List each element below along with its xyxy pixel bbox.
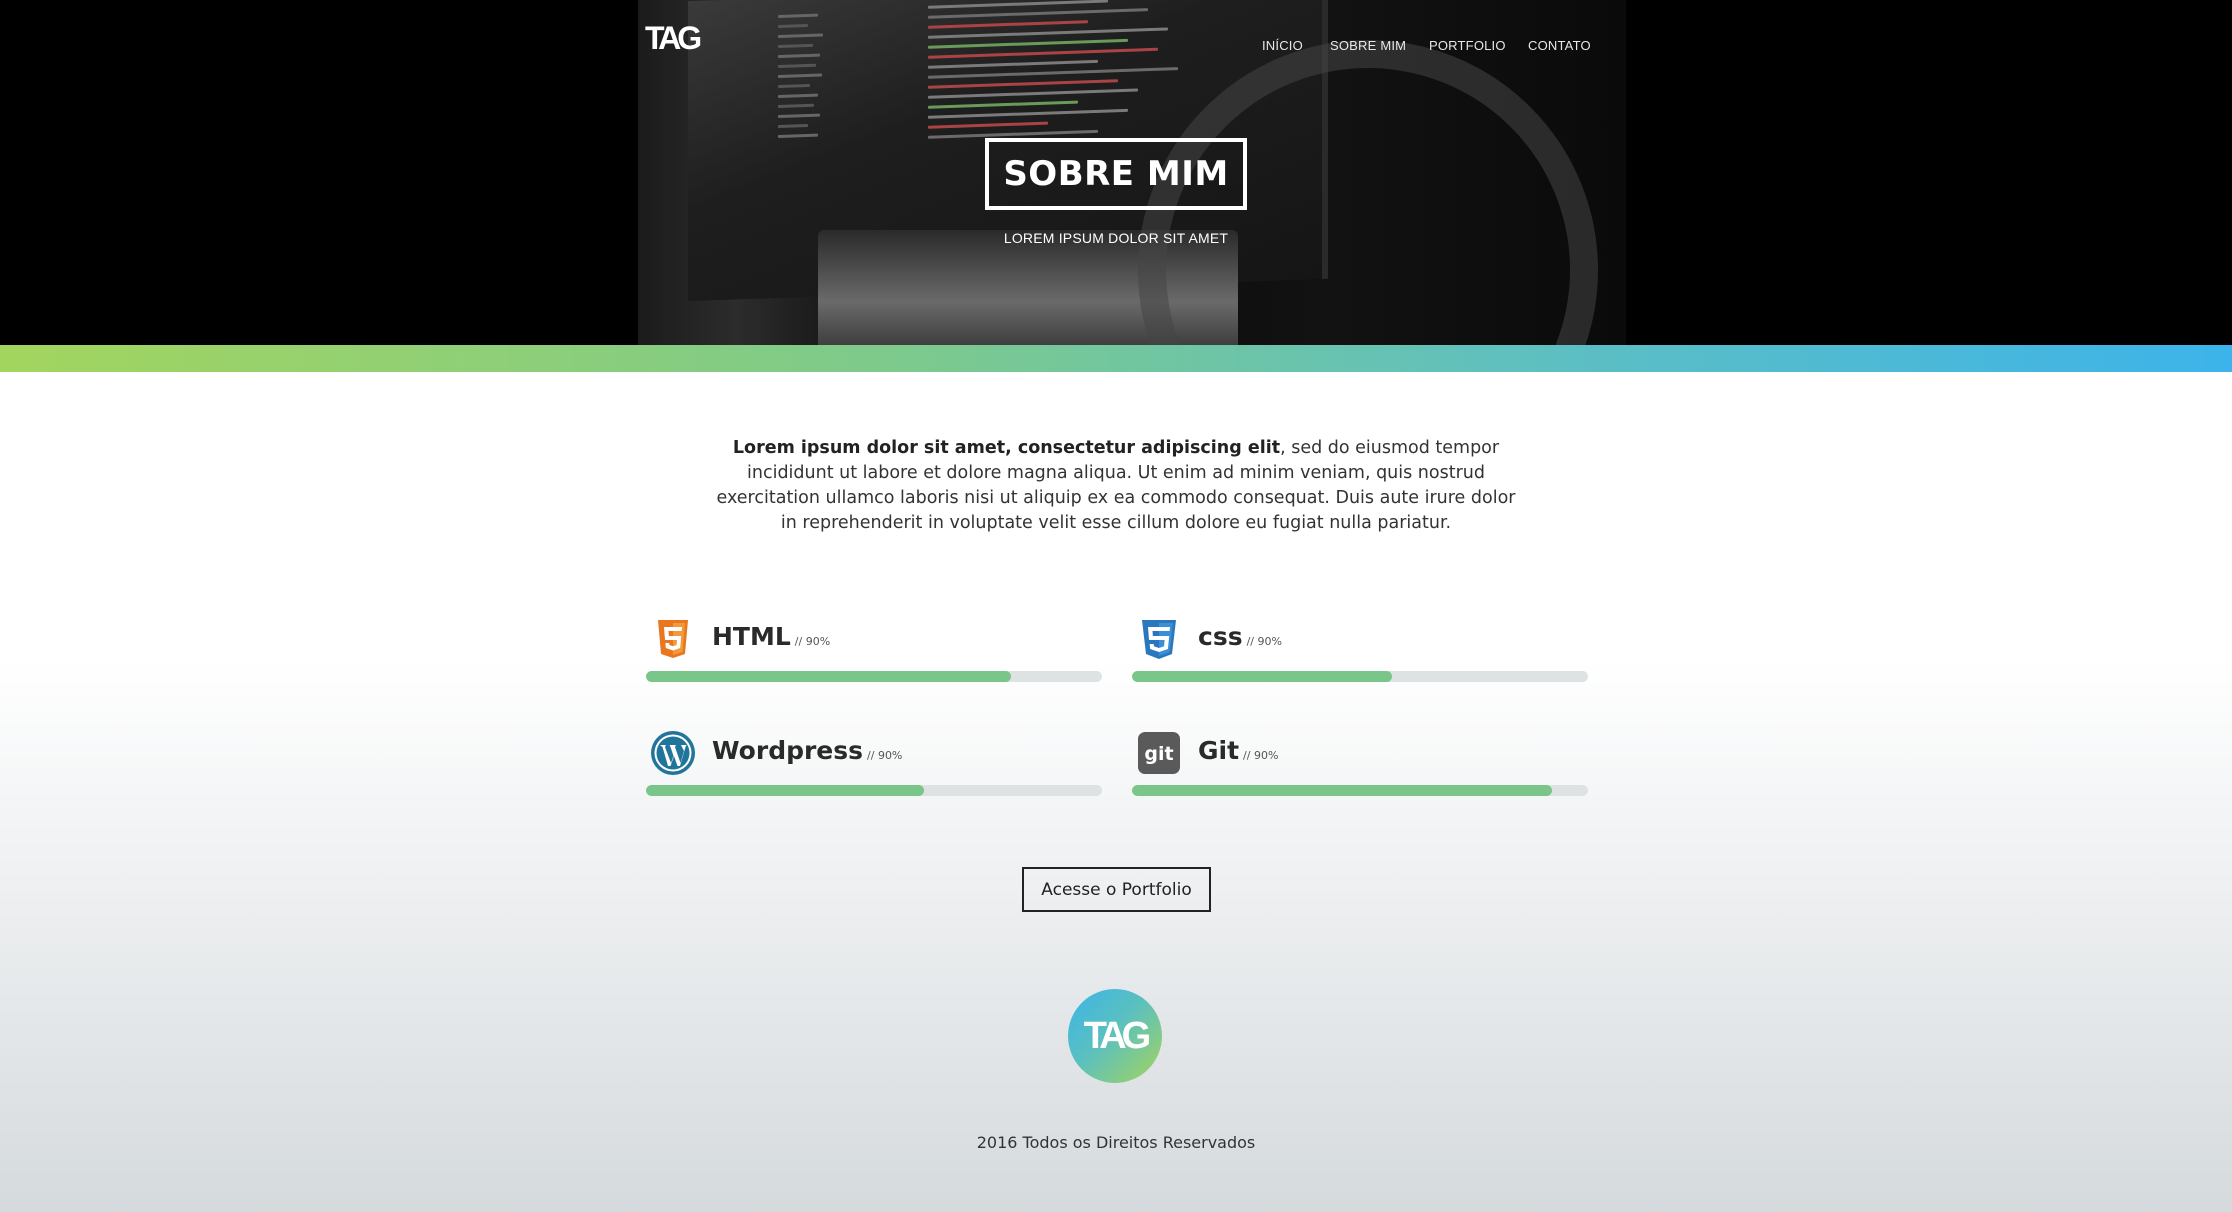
portfolio-button[interactable]: Acesse o Portfolio bbox=[1022, 867, 1211, 912]
wordpress-icon bbox=[650, 730, 696, 776]
skill-percent: // 90% bbox=[1243, 749, 1279, 762]
copyright-text: 2016 Todos os Direitos Reservados bbox=[976, 1133, 1256, 1152]
skill-git: git Git// 90% bbox=[1132, 730, 1588, 800]
skill-progress-track bbox=[1132, 785, 1588, 796]
nav-item-portfolio[interactable]: PORTFOLIO bbox=[1429, 38, 1506, 53]
code-sidebar-decoration bbox=[778, 6, 838, 145]
skill-percent: // 90% bbox=[794, 635, 831, 648]
svg-text:git: git bbox=[1144, 743, 1173, 765]
skill-progress-track bbox=[1132, 671, 1588, 682]
nav-item-inicio[interactable]: INÍCIO bbox=[1262, 38, 1303, 53]
skill-name: Wordpress// 90% bbox=[712, 736, 902, 765]
intro-paragraph: Lorem ipsum dolor sit amet, consectetur … bbox=[716, 436, 1516, 536]
skill-wordpress: Wordpress// 90% bbox=[646, 730, 1102, 800]
skill-label: HTML bbox=[712, 622, 791, 651]
skill-progress-fill bbox=[1132, 671, 1392, 682]
skill-percent: // 90% bbox=[1246, 635, 1282, 648]
hero-title-box: SOBRE MIM bbox=[985, 138, 1247, 210]
nav-item-sobre-mim[interactable]: SOBRE MIM bbox=[1330, 38, 1406, 53]
skill-label: css bbox=[1198, 622, 1243, 651]
skill-name: css// 90% bbox=[1198, 622, 1282, 651]
skill-progress-fill bbox=[1132, 785, 1552, 796]
skill-css: css// 90% bbox=[1132, 616, 1588, 686]
hero-banner: TAG INÍCIO SOBRE MIM PORTFOLIO CONTATO S… bbox=[0, 0, 2232, 345]
skill-name: HTML// 90% bbox=[712, 622, 830, 651]
skill-name: Git// 90% bbox=[1198, 736, 1278, 765]
gradient-divider bbox=[0, 345, 2232, 372]
git-icon: git bbox=[1136, 730, 1182, 776]
skill-label: Git bbox=[1198, 736, 1240, 765]
hero-subtitle: LOREM IPSUM DOLOR SIT AMET bbox=[1003, 230, 1229, 246]
code-lines-decoration bbox=[928, 0, 1228, 146]
main-nav: INÍCIO SOBRE MIM PORTFOLIO CONTATO bbox=[0, 38, 2232, 58]
skill-progress-fill bbox=[646, 671, 1011, 682]
html5-icon bbox=[650, 616, 696, 662]
page-title: SOBRE MIM bbox=[1003, 154, 1229, 194]
skill-percent: // 90% bbox=[867, 749, 903, 762]
skill-label: Wordpress bbox=[712, 736, 864, 765]
css3-icon bbox=[1136, 616, 1182, 662]
skill-progress-track bbox=[646, 785, 1102, 796]
skill-progress-fill bbox=[646, 785, 925, 796]
footer-logo[interactable]: TAG bbox=[1068, 989, 1162, 1083]
intro-bold-text: Lorem ipsum dolor sit amet, consectetur … bbox=[732, 438, 1281, 458]
skill-progress-track bbox=[646, 671, 1102, 682]
nav-item-contato[interactable]: CONTATO bbox=[1528, 38, 1591, 53]
skill-html: HTML// 90% bbox=[646, 616, 1102, 686]
